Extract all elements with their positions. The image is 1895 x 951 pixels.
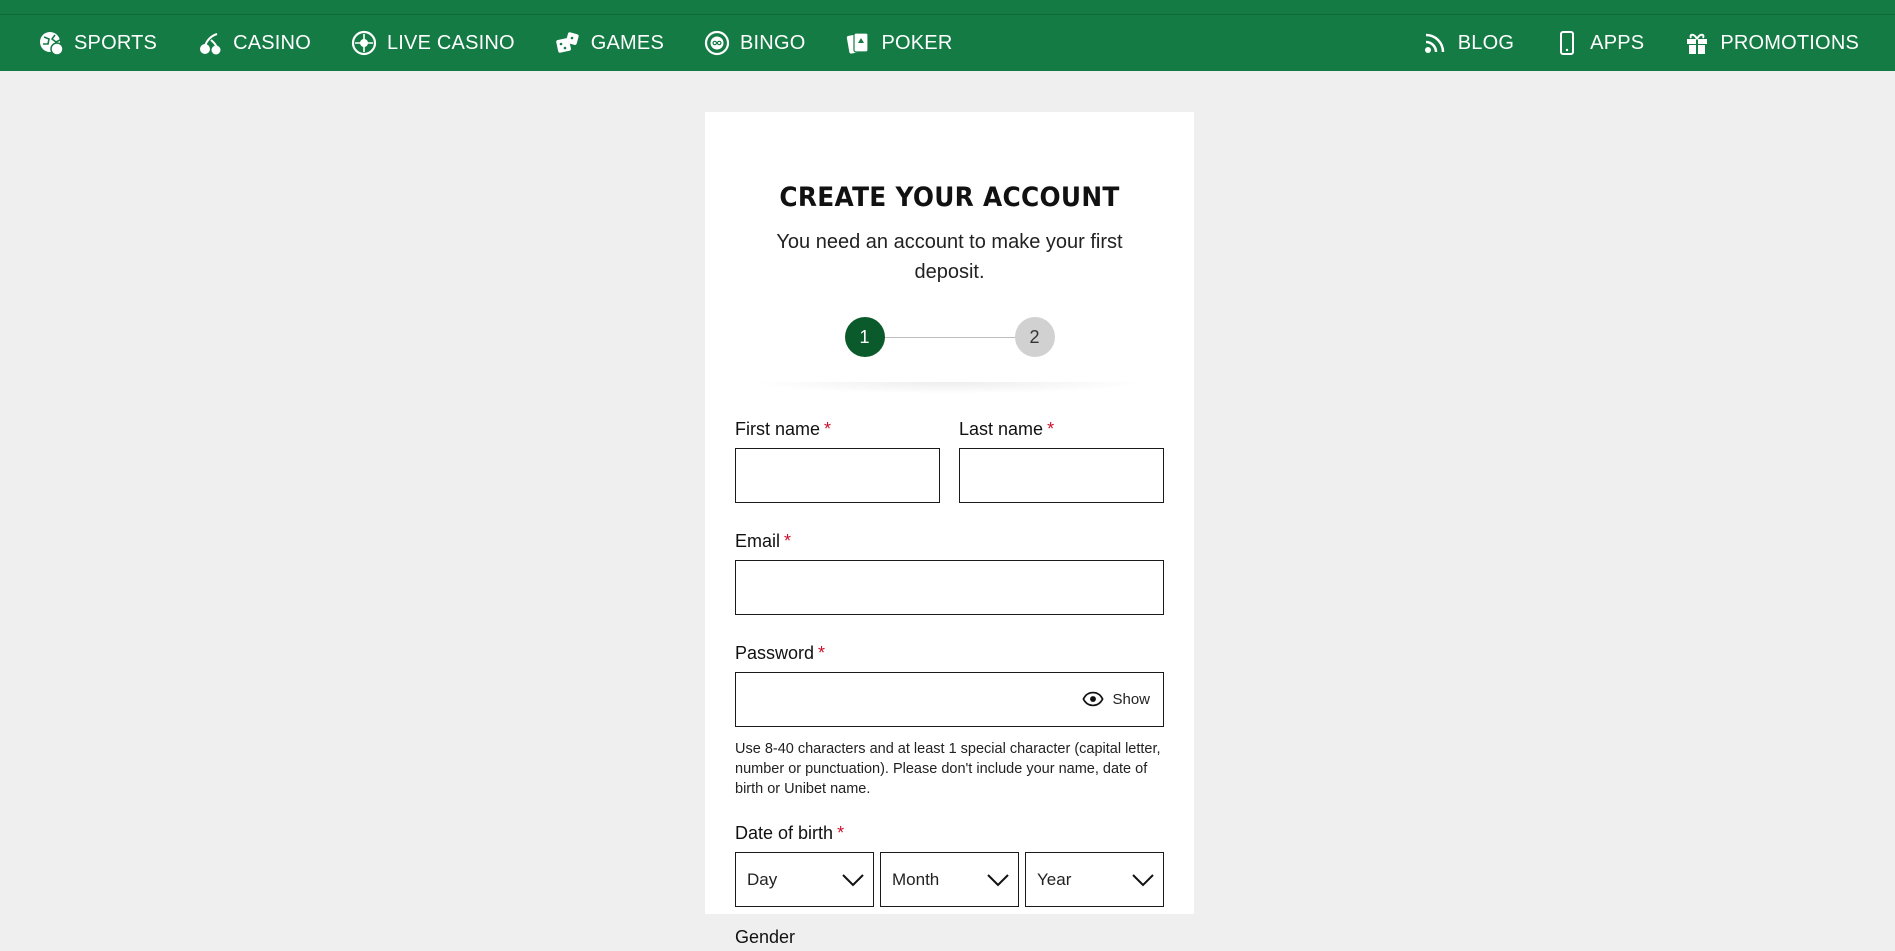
required-marker: * [1047, 419, 1055, 439]
rss-icon [1422, 30, 1448, 56]
first-name-field: First name * [735, 417, 940, 503]
nav-casino[interactable]: CASINO [197, 30, 311, 56]
nav-sports-label: SPORTS [74, 31, 158, 54]
nav-bingo-label: BINGO [740, 31, 806, 54]
cherries-icon [197, 30, 223, 56]
chevron-down-icon [987, 873, 1009, 886]
signup-form: First name * Last name * Email * Password * … [735, 417, 1164, 951]
nav-left: SPORTS CASINO LIVE CASINO GAMES BINGO PO… [38, 30, 993, 56]
dob-day-select[interactable]: Day [735, 852, 874, 907]
dob-year-select[interactable]: Year [1025, 852, 1164, 907]
last-name-field: Last name * [959, 417, 1164, 503]
show-password-button[interactable]: Show [1082, 688, 1150, 710]
step-2-inactive: 2 [1014, 317, 1055, 357]
eye-icon [1082, 691, 1105, 707]
page-subtitle: You need an account to make your first d… [776, 231, 1123, 283]
roulette-icon [351, 30, 377, 56]
chevron-down-icon [1132, 873, 1154, 886]
dob-label: Date of birth * [735, 823, 845, 843]
dice-icon [555, 30, 581, 56]
sports-ball-icon [38, 30, 64, 56]
email-label: Email * [735, 531, 792, 551]
nav-sports[interactable]: SPORTS [38, 30, 157, 56]
nav-apps-label: APPS [1590, 31, 1645, 54]
required-marker: * [824, 419, 832, 439]
gift-icon [1684, 30, 1710, 56]
nav-right: BLOG APPS PROMOTIONS [1382, 30, 1859, 56]
password-label: Password * [735, 643, 826, 663]
nav-poker[interactable]: POKER [845, 30, 952, 56]
first-name-label: First name * [735, 419, 832, 439]
playing-card-icon [845, 30, 871, 56]
page-title: CREATE YOUR ACCOUNT [779, 182, 1120, 213]
show-password-label: Show [1112, 690, 1150, 708]
first-name-input[interactable] [735, 448, 940, 503]
required-marker: * [837, 823, 845, 843]
gender-label-partial: Gender [735, 927, 796, 947]
signup-card: CREATE YOUR ACCOUNT You need an account … [705, 112, 1194, 947]
progress-stepper: 1 2 [844, 317, 1055, 357]
email-field: Email * [735, 529, 1164, 615]
stepper-line [884, 337, 1015, 338]
chevron-down-icon [842, 873, 864, 886]
nav-live-casino-label: LIVE CASINO [386, 31, 515, 54]
dob-field: Date of birth * Day Month Year [735, 821, 1164, 907]
required-marker: * [818, 643, 826, 663]
nav-games-label: GAMES [590, 31, 665, 54]
dob-month-select[interactable]: Month [880, 852, 1019, 907]
password-hint: Use 8-40 characters and at least 1 speci… [735, 741, 1161, 797]
nav-promotions-label: PROMOTIONS [1720, 31, 1859, 54]
mobile-phone-icon [1554, 30, 1580, 56]
header-divider [750, 382, 1149, 394]
nav-promotions[interactable]: PROMOTIONS [1684, 30, 1859, 56]
nav-live-casino[interactable]: LIVE CASINO [351, 30, 515, 56]
nav-casino-label: CASINO [233, 31, 311, 54]
step-1-active: 1 [844, 317, 885, 357]
last-name-label: Last name * [959, 419, 1055, 439]
email-input[interactable] [735, 560, 1164, 615]
dob-day-value: Day [747, 869, 778, 889]
dob-year-value: Year [1037, 869, 1072, 889]
nav-games[interactable]: GAMES [555, 30, 664, 56]
nav-blog-label: BLOG [1457, 31, 1515, 54]
nav-blog[interactable]: BLOG [1422, 30, 1514, 56]
signup-header: CREATE YOUR ACCOUNT You need an account … [705, 112, 1194, 357]
bingo-ball-icon [704, 30, 730, 56]
nav-bingo[interactable]: BINGO [704, 30, 805, 56]
nav-poker-label: POKER [881, 31, 953, 54]
nav-apps[interactable]: APPS [1554, 30, 1644, 56]
password-field: Password * Show Use 8-40 characters and a… [735, 641, 1164, 799]
last-name-input[interactable] [959, 448, 1164, 503]
top-strip [0, 0, 1895, 15]
dob-month-value: Month [892, 869, 940, 889]
main-nav: SPORTS CASINO LIVE CASINO GAMES BINGO PO… [0, 15, 1895, 71]
required-marker: * [784, 531, 792, 551]
